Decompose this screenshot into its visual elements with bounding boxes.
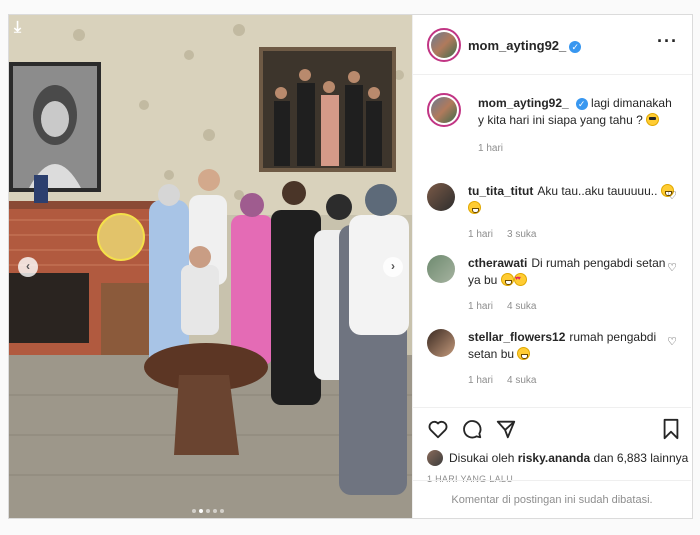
comment-icon[interactable] <box>461 418 483 443</box>
comment-item: ctherawati Di rumah pengabdi setan ya bu … <box>427 255 677 312</box>
heart-icon[interactable]: ♡ <box>667 335 677 348</box>
sunglasses-emoji-icon <box>646 113 660 126</box>
post-header: mom_ayting92_ ✓ ··· <box>413 15 692 75</box>
commenter-username[interactable]: stellar_flowers12 <box>468 330 565 344</box>
heart-icon[interactable] <box>427 418 449 443</box>
commenter-username[interactable]: tu_tita_titut <box>468 184 533 198</box>
verified-badge-icon: ✓ <box>569 41 582 53</box>
comments-list: mom_ayting92_ ✓ lagi dimanakah y kita har… <box>413 77 691 407</box>
carousel-dot <box>213 509 217 513</box>
instagram-post: ‹ › ⤓ mom_ayting92_ ✓ ··· mom_ayting92_ ✓ … <box>8 14 693 519</box>
author-avatar[interactable] <box>427 28 461 62</box>
verified-badge-icon: ✓ <box>575 98 588 110</box>
comment-text: Aku tau..aku tauuuuu.. <box>537 184 658 198</box>
send-icon[interactable] <box>495 418 517 443</box>
post-photo[interactable]: ‹ › ⤓ <box>9 15 412 518</box>
commenter-avatar[interactable] <box>427 329 455 357</box>
grin-emoji-icon <box>468 201 481 214</box>
carousel-dot <box>220 509 224 513</box>
caption-username[interactable]: mom_ayting92_ <box>478 96 569 110</box>
comment-time: 1 hari <box>468 229 494 240</box>
commenter-avatar[interactable] <box>427 255 455 283</box>
comment-item: stellar_flowers12 rumah pengabdi setan bu… <box>427 329 677 386</box>
comment-likes[interactable]: 4 suka <box>507 375 536 386</box>
author-username[interactable]: mom_ayting92_ ✓ <box>468 38 582 53</box>
comment-item: tu_tita_titut Aku tau..aku tauuuuu.. 1 ha… <box>427 183 677 240</box>
photo-scene <box>9 15 412 518</box>
carousel-dot <box>199 509 203 513</box>
comment-likes[interactable]: 4 suka <box>507 301 536 312</box>
comment-time: 1 hari <box>468 375 494 386</box>
carousel-indicator <box>192 502 227 513</box>
comment-likes[interactable]: 3 suka <box>507 229 536 240</box>
liker-avatar <box>427 450 443 466</box>
heart-icon[interactable]: ♡ <box>667 261 677 274</box>
comment-time: 1 hari <box>468 301 494 312</box>
grin-emoji-icon <box>517 347 531 360</box>
author-username-text[interactable]: mom_ayting92_ <box>468 38 566 53</box>
likes-summary[interactable]: Disukai oleh risky.ananda dan 6,883 lain… <box>427 450 688 466</box>
heart-icon[interactable]: ♡ <box>667 189 677 202</box>
post-sidebar: mom_ayting92_ ✓ ··· mom_ayting92_ ✓ lagi d… <box>412 15 692 518</box>
caption-avatar[interactable] <box>427 93 461 127</box>
carousel-dot <box>192 509 196 513</box>
more-options-icon[interactable]: ··· <box>657 31 678 52</box>
commenter-avatar[interactable] <box>427 183 455 211</box>
heart-eyes-emoji-icon <box>513 273 527 286</box>
carousel-dot <box>206 509 210 513</box>
carousel-prev-button[interactable]: ‹ <box>18 257 38 277</box>
caption-item: mom_ayting92_ ✓ lagi dimanakah y kita har… <box>427 93 677 154</box>
carousel-next-button[interactable]: › <box>383 257 403 277</box>
caption-time: 1 hari <box>478 143 504 154</box>
bookmark-icon[interactable] <box>661 418 681 443</box>
liker-username[interactable]: risky.ananda <box>518 451 590 465</box>
comments-closed-notice: Komentar di postingan ini sudah dibatasi… <box>413 480 691 518</box>
grin-emoji-icon <box>500 273 514 286</box>
likes-prefix: Disukai oleh <box>449 451 515 465</box>
commenter-username[interactable]: ctherawati <box>468 256 527 270</box>
likes-count[interactable]: dan 6,883 lainnya <box>594 451 689 465</box>
download-arrow-icon[interactable]: ⤓ <box>14 19 21 37</box>
